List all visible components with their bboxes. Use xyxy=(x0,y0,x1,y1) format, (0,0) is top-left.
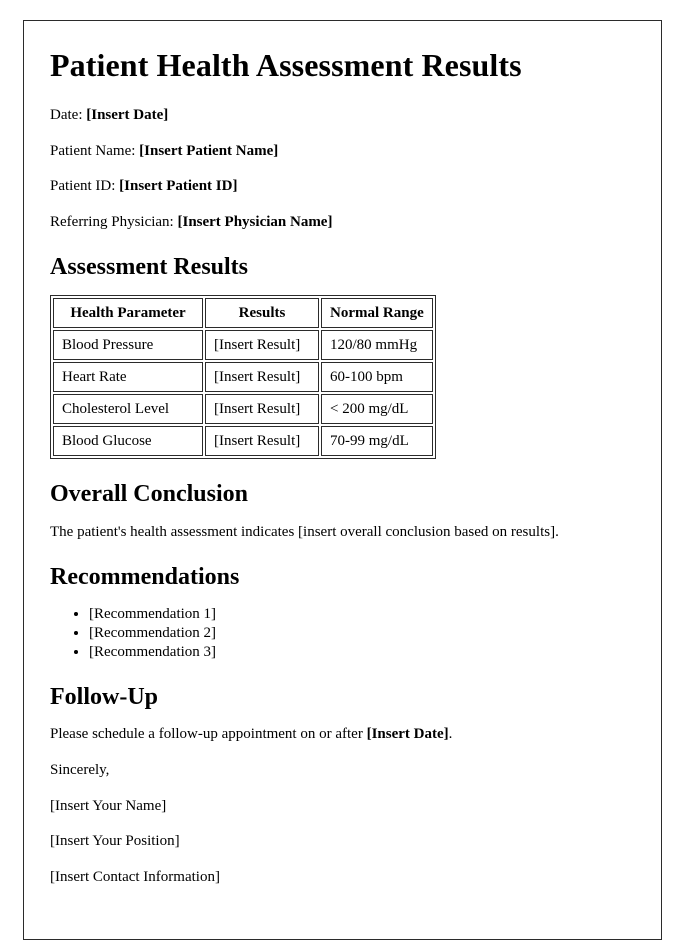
page-title: Patient Health Assessment Results xyxy=(50,47,522,83)
meta-line-date: Date: [Insert Date] xyxy=(50,106,633,125)
table-header: Health Parameter Results Normal Range xyxy=(53,298,433,329)
table-body: Blood Pressure [Insert Result] 120/80 mm… xyxy=(53,330,433,457)
meta-label-patient-id: Patient ID: xyxy=(50,178,120,195)
cell-result: [Insert Result] xyxy=(205,394,319,425)
cell-normal-range: 120/80 mmHg xyxy=(321,330,433,361)
meta-line-referring-physician: Referring Physician: [Insert Physician N… xyxy=(50,213,633,232)
cell-normal-range: 60-100 bpm xyxy=(321,362,433,393)
section-heading-assessment-results: Assessment Results xyxy=(50,253,248,280)
signature-contact: [Insert Contact Information] xyxy=(50,869,220,886)
list-item: [Recommendation 1] xyxy=(89,605,633,624)
list-item: [Recommendation 3] xyxy=(89,643,633,662)
meta-label-patient-name: Patient Name: xyxy=(50,142,140,159)
meta-value-date: [Insert Date] xyxy=(86,106,169,123)
cell-normal-range: < 200 mg/dL xyxy=(321,394,433,425)
section-heading-overall-conclusion: Overall Conclusion xyxy=(50,481,249,508)
meta-value-referring-physician: [Insert Physician Name] xyxy=(177,214,333,231)
meta-value-patient-name: [Insert Patient Name] xyxy=(139,142,279,159)
cell-parameter: Heart Rate xyxy=(53,362,203,393)
table-header-row: Health Parameter Results Normal Range xyxy=(53,298,433,329)
meta-label-date: Date: xyxy=(50,106,87,123)
column-header-results: Results xyxy=(205,298,319,329)
table-row: Heart Rate [Insert Result] 60-100 bpm xyxy=(53,362,433,393)
table-row: Blood Glucose [Insert Result] 70-99 mg/d… xyxy=(53,426,433,457)
cell-result: [Insert Result] xyxy=(205,362,319,393)
meta-line-patient-name: Patient Name: [Insert Patient Name] xyxy=(50,142,633,161)
meta-value-patient-id: [Insert Patient ID] xyxy=(119,178,238,195)
signature-position: [Insert Your Position] xyxy=(50,833,180,850)
table-row: Cholesterol Level [Insert Result] < 200 … xyxy=(53,394,433,425)
table-row: Blood Pressure [Insert Result] 120/80 mm… xyxy=(53,330,433,361)
document-page: Patient Health Assessment Results Date: … xyxy=(23,20,662,940)
cell-normal-range: 70-99 mg/dL xyxy=(321,426,433,457)
cell-result: [Insert Result] xyxy=(205,330,319,361)
overall-conclusion-text: The patient's health assessment indicate… xyxy=(50,523,559,540)
follow-up-date-placeholder: [Insert Date] xyxy=(366,726,449,743)
follow-up-text-before: Please schedule a follow-up appointment … xyxy=(50,726,367,743)
signature-name: [Insert Your Name] xyxy=(50,797,167,814)
meta-line-patient-id: Patient ID: [Insert Patient ID] xyxy=(50,177,633,196)
column-header-health-parameter: Health Parameter xyxy=(53,298,203,329)
closing-salutation: Sincerely, xyxy=(50,761,110,778)
list-item: [Recommendation 2] xyxy=(89,624,633,643)
cell-parameter: Blood Pressure xyxy=(53,330,203,361)
cell-result: [Insert Result] xyxy=(205,426,319,457)
section-heading-recommendations: Recommendations xyxy=(50,563,240,590)
meta-label-referring-physician: Referring Physician: xyxy=(50,214,178,231)
section-heading-follow-up: Follow-Up xyxy=(50,683,158,710)
assessment-results-table: Health Parameter Results Normal Range Bl… xyxy=(50,295,436,460)
column-header-normal-range: Normal Range xyxy=(321,298,433,329)
document-body: Patient Health Assessment Results Date: … xyxy=(24,21,661,887)
follow-up-text-after: . xyxy=(448,726,453,743)
recommendations-list: [Recommendation 1] [Recommendation 2] [R… xyxy=(50,605,633,661)
follow-up-text: Please schedule a follow-up appointment … xyxy=(50,725,633,744)
cell-parameter: Cholesterol Level xyxy=(53,394,203,425)
cell-parameter: Blood Glucose xyxy=(53,426,203,457)
